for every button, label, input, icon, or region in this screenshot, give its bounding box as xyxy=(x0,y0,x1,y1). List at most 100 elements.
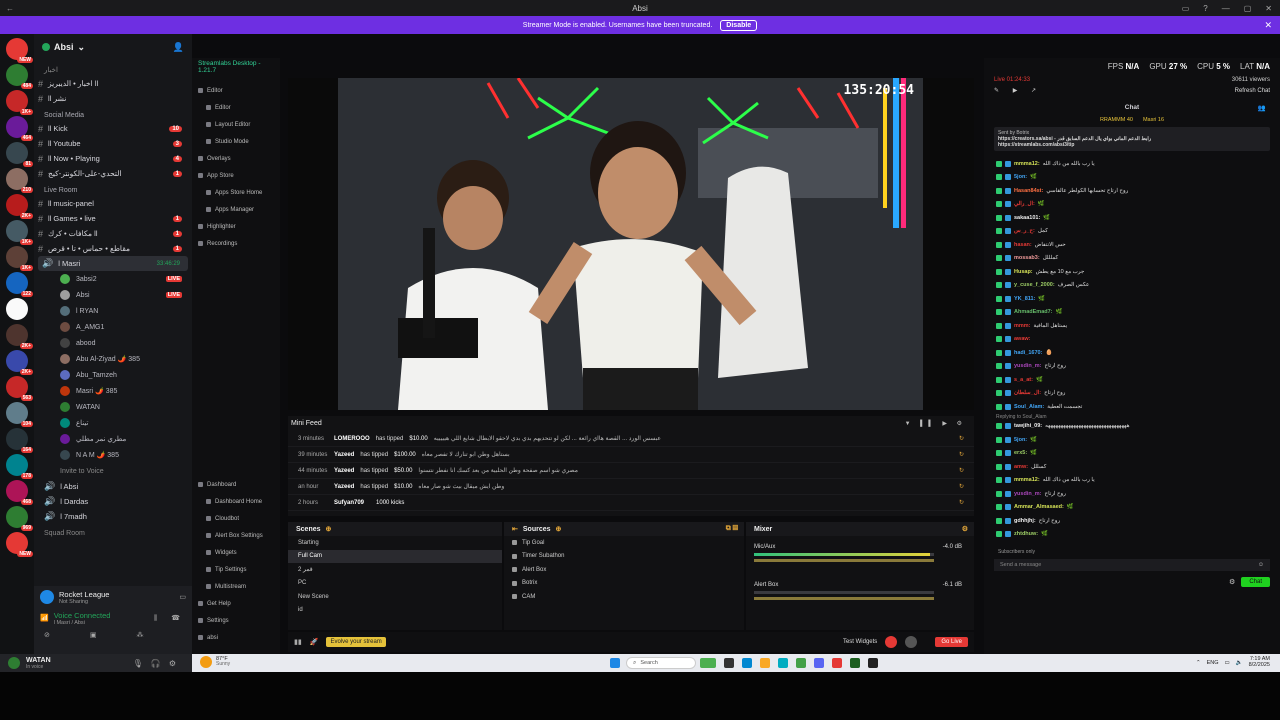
replay-alert-icon[interactable]: ↻ xyxy=(959,435,964,442)
voice-user[interactable]: Abu_Tamzeh xyxy=(34,367,192,383)
explorer-icon[interactable] xyxy=(760,658,770,668)
voice-channel-masri[interactable]: 🔊 l Masri 33:46:29 xyxy=(38,256,188,271)
channel-item[interactable]: # التحدي-على-الكونتر-كيج 1 xyxy=(34,166,192,181)
nav-item[interactable]: Apps Store Home xyxy=(192,184,280,201)
chat-username[interactable]: hadi_1670: xyxy=(1014,350,1042,356)
discord-taskbar-icon[interactable] xyxy=(814,658,824,668)
channel-item[interactable]: # ll Youtube 3 xyxy=(34,136,192,151)
replay-alert-icon[interactable]: ↻ xyxy=(959,451,964,458)
voice-user[interactable]: مطري نمر مطلي xyxy=(34,431,192,447)
voice-user[interactable]: N A M 🌶️ 385 xyxy=(34,447,192,463)
server-header[interactable]: Absi ⌄ 👤 xyxy=(34,34,192,60)
category-live-room[interactable]: Live Room xyxy=(34,181,192,196)
edge-icon[interactable] xyxy=(742,658,752,668)
server-icon-6[interactable]: 2K+ xyxy=(6,194,33,219)
server-icon-12[interactable]: 2K+ xyxy=(6,350,33,375)
nav-item[interactable]: absi xyxy=(192,629,280,646)
voice-channel-item[interactable]: 🔊 l Absi xyxy=(34,479,192,494)
tray-lang[interactable]: ENG xyxy=(1207,660,1219,666)
chat-input[interactable]: Send a message ☺ xyxy=(994,559,1270,571)
chat-username[interactable]: gdhhjhj: xyxy=(1014,518,1036,524)
streamlabs-taskbar-icon[interactable] xyxy=(850,658,860,668)
server-icon-3[interactable]: 464 xyxy=(6,116,33,141)
chat-username[interactable]: yusdin_m: xyxy=(1014,491,1042,497)
close-window-button[interactable]: ✕ xyxy=(1265,4,1272,13)
app-icon-2[interactable] xyxy=(832,658,842,668)
server-icon-0[interactable]: NEW xyxy=(6,38,33,63)
scene-item[interactable]: id xyxy=(288,604,502,618)
maximize-button[interactable]: ▢ xyxy=(1244,4,1252,13)
record-button[interactable] xyxy=(885,636,898,648)
nav-item[interactable]: Studio Mode xyxy=(192,133,280,150)
voice-user[interactable]: l RYAN xyxy=(34,303,192,319)
source-item[interactable]: Botrix xyxy=(504,577,744,591)
chat-username[interactable]: s_a_at: xyxy=(1014,377,1033,383)
source-item[interactable]: Tip Goal xyxy=(504,536,744,550)
nav-item[interactable]: Tip Settings xyxy=(192,561,280,578)
chat-username[interactable]: hasan: xyxy=(1014,242,1032,248)
chat-username[interactable]: ال_رالي: xyxy=(1014,201,1035,207)
mute-camera-icon[interactable]: ⊘ xyxy=(44,631,50,639)
nav-item[interactable]: Multistream xyxy=(192,578,280,595)
avatar[interactable] xyxy=(8,657,20,669)
channel-item[interactable]: # مكافات • كرك ll 1 xyxy=(34,226,192,241)
nav-item[interactable]: Recordings xyxy=(192,235,280,252)
channel-item[interactable]: # ll نشر xyxy=(34,91,192,106)
weather-icon[interactable] xyxy=(200,656,212,668)
mic-headset-settings-icons[interactable]: 🎙🎧⚙ xyxy=(133,659,184,668)
evolve-stream-button[interactable]: Evolve your stream xyxy=(326,637,386,647)
scene-item[interactable]: 2 قمر xyxy=(288,563,502,577)
nav-item[interactable]: Settings xyxy=(192,612,280,629)
nav-item[interactable]: Editor xyxy=(192,82,280,99)
refresh-chat-button[interactable]: Refresh Chat xyxy=(1235,88,1270,94)
inbox-icon[interactable]: ▭ xyxy=(1182,4,1190,13)
nav-item[interactable]: Get Help xyxy=(192,595,280,612)
pinned-link[interactable]: https://streamlabs.com/absi3/tip xyxy=(998,142,1266,148)
disable-streamer-mode-button[interactable]: Disable xyxy=(720,19,758,31)
chat-username[interactable]: zhtdhuw: xyxy=(1014,531,1038,537)
server-icon-1[interactable]: 484 xyxy=(6,64,33,89)
server-icon-10[interactable] xyxy=(6,298,28,320)
server-icon-17[interactable]: 468 xyxy=(6,480,33,505)
voice-user[interactable]: A_AMG1 xyxy=(34,319,192,335)
add-scene-icon[interactable]: ⊕ xyxy=(326,525,332,533)
server-icon-4[interactable]: 81 xyxy=(6,142,33,167)
stats-icon[interactable]: ▮▮ xyxy=(294,638,302,646)
server-icon-2[interactable]: 1K+ xyxy=(6,90,33,115)
server-icon-11[interactable]: 2K+ xyxy=(6,324,33,349)
chat-username[interactable]: Hasan84st: xyxy=(1014,188,1043,194)
voice-user[interactable]: Abu Al-Ziyad 🌶️ 385 xyxy=(34,351,192,367)
replay-alert-icon[interactable]: ↻ xyxy=(959,499,964,506)
replay-alert-icon[interactable]: ↻ xyxy=(959,467,964,474)
app-icon-3[interactable] xyxy=(868,658,878,668)
voice-channel-item[interactable]: 🔊 l 7madh xyxy=(34,509,192,524)
server-icon-5[interactable]: 210 xyxy=(6,168,33,193)
nav-item[interactable]: Alert Box Settings xyxy=(192,527,280,544)
chat-username[interactable]: y_cuse_f_2000: xyxy=(1014,282,1055,288)
server-icon-14[interactable]: 104 xyxy=(6,402,33,427)
server-icon-13[interactable]: 563 xyxy=(6,376,33,401)
chat-username[interactable]: mossab3: xyxy=(1014,255,1040,261)
nav-item[interactable]: Editor xyxy=(192,99,280,116)
help-icon[interactable]: ? xyxy=(1203,4,1207,13)
back-arrow-icon[interactable]: ← xyxy=(6,4,14,13)
channel-item[interactable]: # اخبار • الديبريز ll xyxy=(34,76,192,91)
replay-alert-icon[interactable]: ↻ xyxy=(959,483,964,490)
nav-item[interactable]: Highlighter xyxy=(192,218,280,235)
taskbar-search[interactable]: ⌕ Search xyxy=(626,657,696,669)
send-chat-button[interactable]: Chat xyxy=(1241,577,1270,587)
replay-button[interactable] xyxy=(905,636,918,648)
chat-username[interactable]: 5jon: xyxy=(1014,437,1027,443)
scene-item[interactable]: Starting xyxy=(288,536,502,550)
widget-icon[interactable] xyxy=(700,658,716,668)
voice-user[interactable]: تيناع xyxy=(34,415,192,431)
server-icon-9[interactable]: 122 xyxy=(6,272,33,297)
chat-username[interactable]: yusdin_m: xyxy=(1014,363,1042,369)
chat-tool-icons[interactable]: ✎ ▶ ↗ xyxy=(994,87,1042,94)
chat-username[interactable]: Husap: xyxy=(1014,269,1033,275)
nav-item[interactable]: Apps Manager xyxy=(192,201,280,218)
voice-user[interactable]: abood xyxy=(34,335,192,351)
clock-date[interactable]: 8/2/2025 xyxy=(1249,662,1270,669)
category-social-media[interactable]: Social Media xyxy=(34,106,192,121)
voice-user[interactable]: 3absi2 LIVE xyxy=(34,271,192,287)
